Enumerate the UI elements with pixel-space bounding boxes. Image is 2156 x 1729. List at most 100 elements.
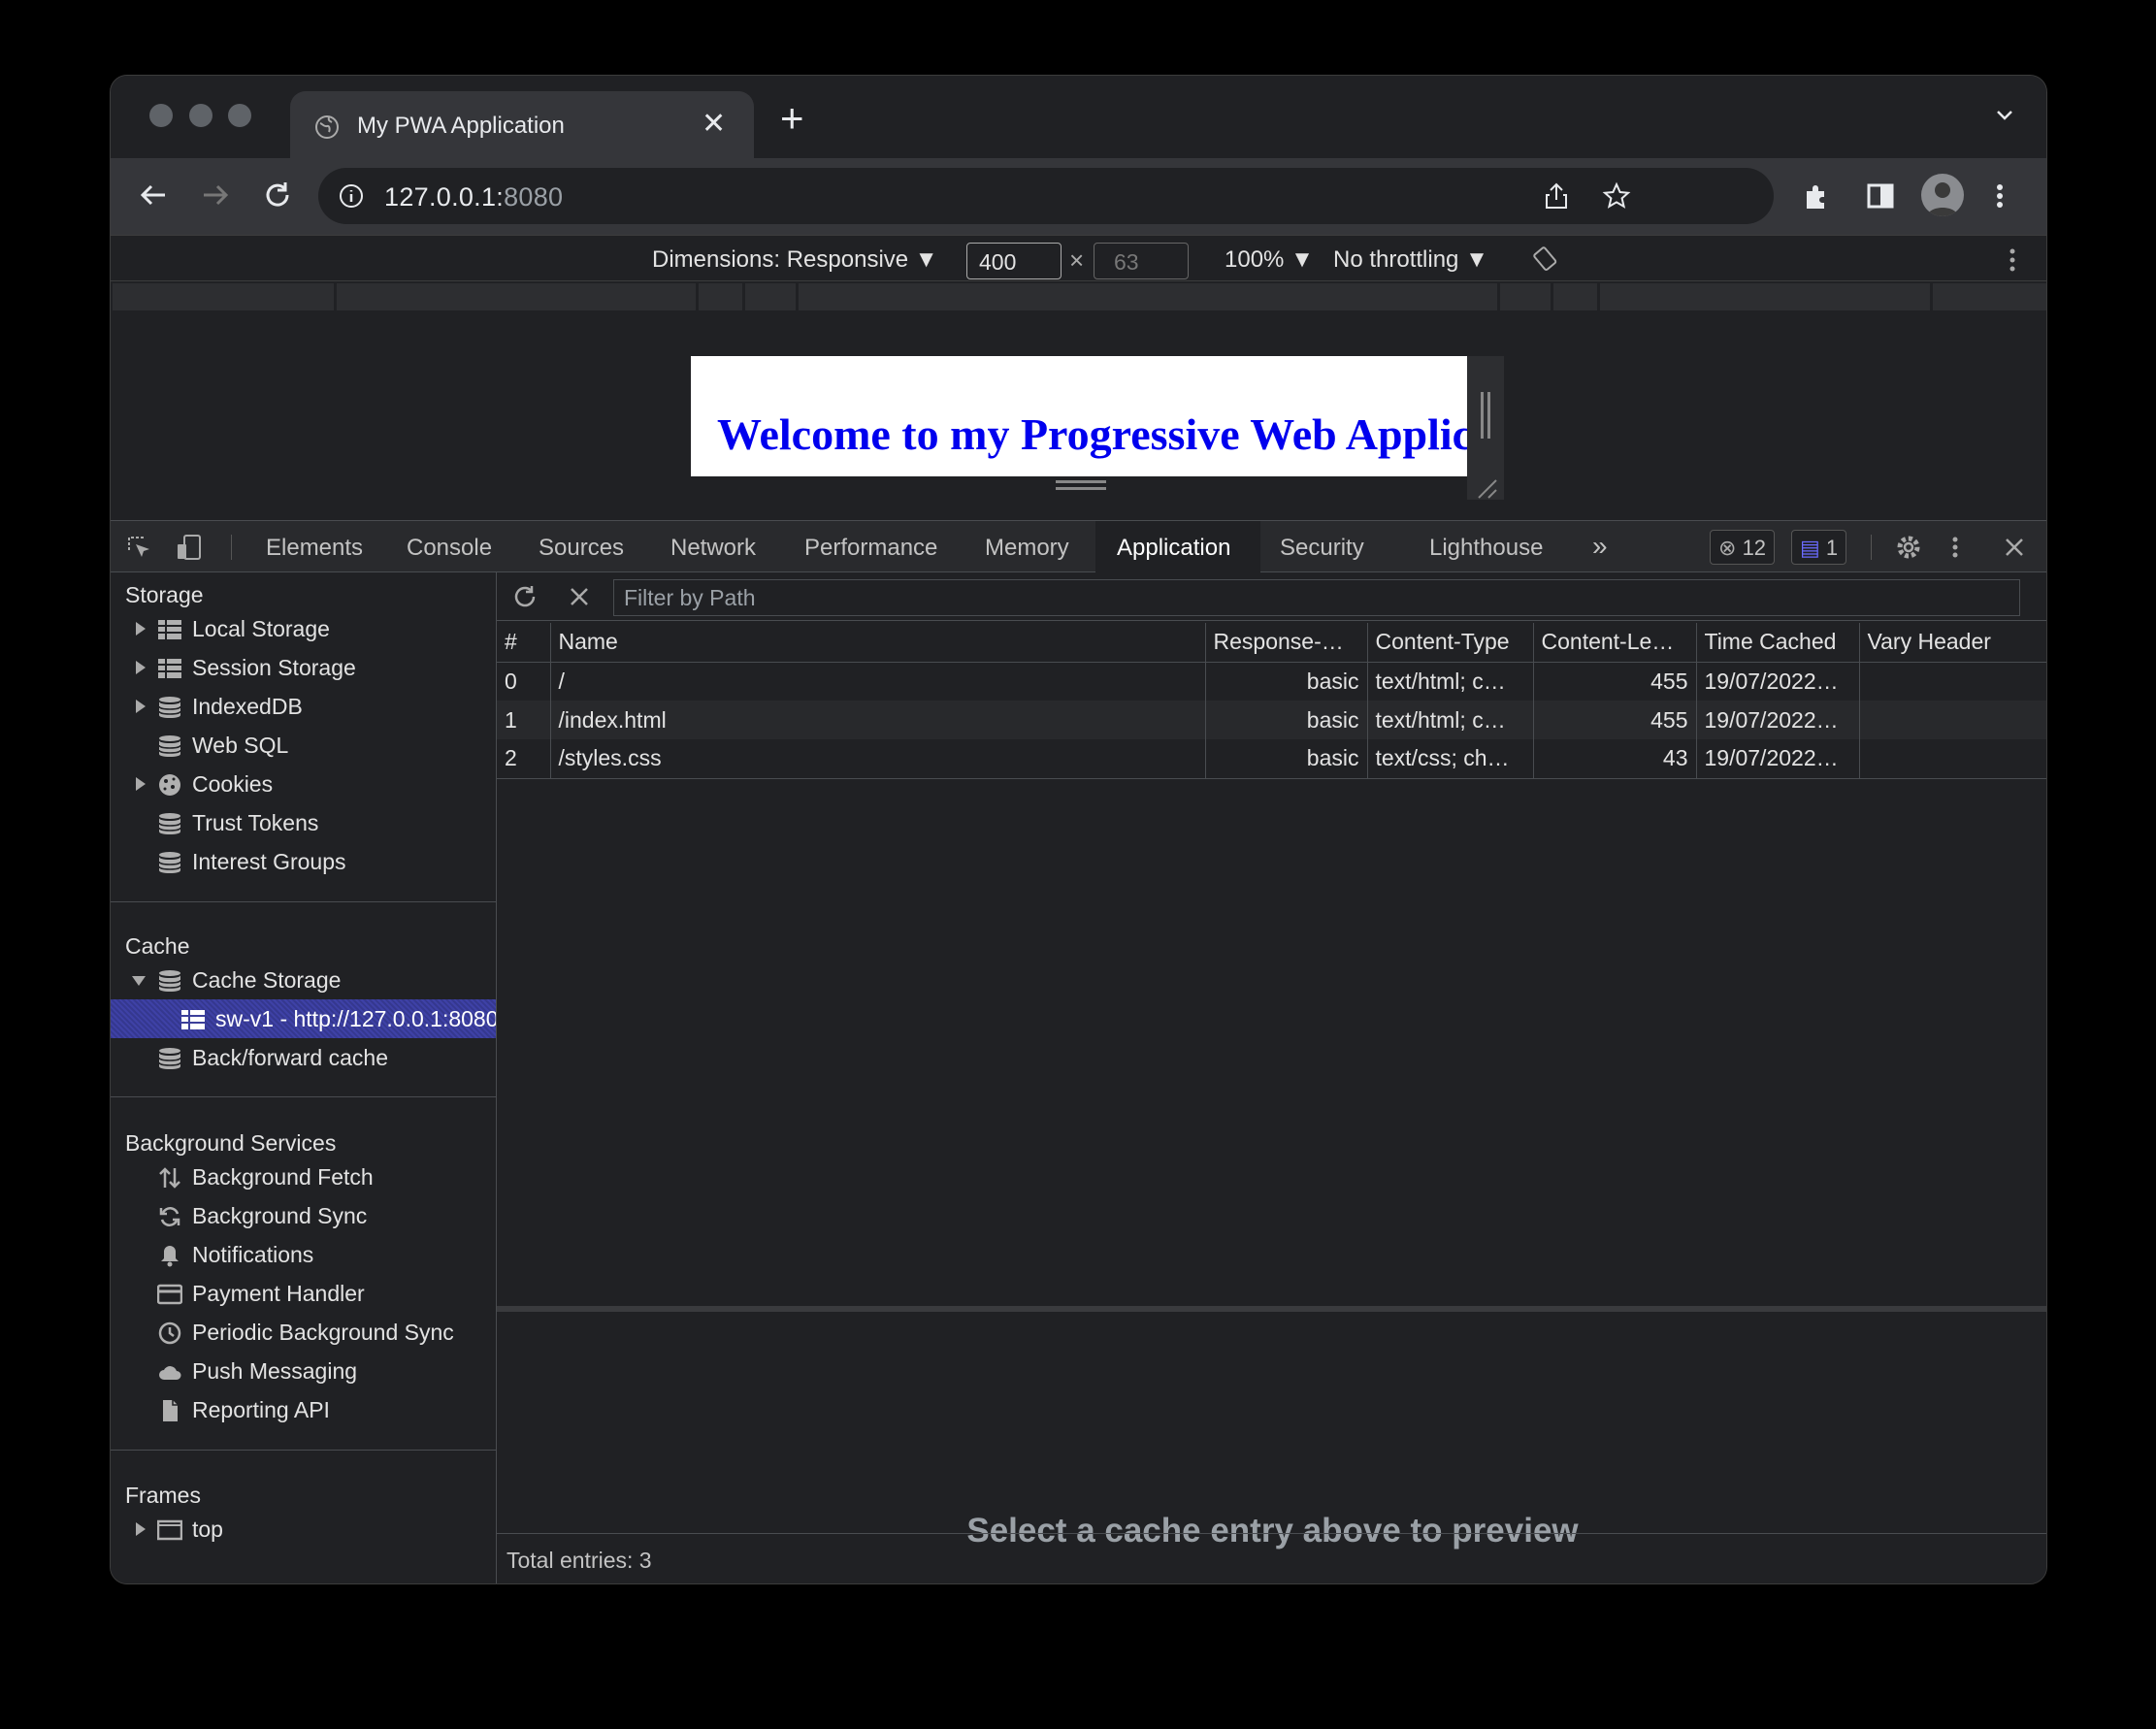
column-header-index[interactable]: #	[497, 623, 551, 663]
media-query-segment[interactable]	[1500, 283, 1551, 310]
new-tab-button[interactable]: +	[780, 95, 804, 142]
tab-memory[interactable]: Memory	[985, 535, 1069, 562]
close-window-button[interactable]	[149, 104, 173, 127]
expand-arrow-icon[interactable]	[136, 661, 146, 674]
tab-application[interactable]: Application	[1117, 535, 1230, 562]
collapse-arrow-icon[interactable]	[132, 976, 146, 986]
sidebar-item-bf-cache[interactable]: Back/forward cache	[111, 1038, 496, 1077]
clear-icon[interactable]	[567, 584, 592, 609]
column-header-response-type[interactable]: Response-…	[1205, 623, 1368, 663]
kebab-menu-icon[interactable]	[1949, 533, 1961, 562]
column-header-name[interactable]: Name	[550, 623, 1206, 663]
width-input[interactable]: 400	[966, 243, 1062, 279]
message-count: 1	[1825, 536, 1839, 560]
resize-handle-right[interactable]	[1467, 356, 1504, 476]
gear-icon[interactable]	[1894, 533, 1923, 562]
tab-security[interactable]: Security	[1280, 535, 1364, 562]
url-port: 8080	[504, 182, 564, 212]
column-header-content-type[interactable]: Content-Type	[1367, 623, 1534, 663]
media-query-segment[interactable]	[337, 283, 696, 310]
sidebar-item-frame-top[interactable]: top	[111, 1510, 496, 1549]
sidebar-item-periodic-background-sync[interactable]: Periodic Background Sync	[111, 1313, 496, 1352]
sidebar-item-notifications[interactable]: Notifications	[111, 1235, 496, 1274]
height-input[interactable]: 63	[1094, 243, 1189, 279]
star-icon[interactable]	[1601, 180, 1632, 212]
sidebar-item-interest-groups[interactable]: Interest Groups	[111, 842, 496, 881]
reload-icon[interactable]	[258, 176, 297, 214]
refresh-icon[interactable]	[510, 582, 539, 611]
media-query-segment[interactable]	[1933, 283, 2046, 310]
resize-handle-bottom[interactable]	[691, 476, 1467, 494]
minimize-window-button[interactable]	[189, 104, 212, 127]
info-icon[interactable]	[338, 182, 365, 210]
profile-avatar[interactable]	[1921, 174, 1964, 216]
side-panel-icon[interactable]	[1862, 178, 1899, 214]
sidebar-item-indexeddb[interactable]: IndexedDB	[111, 687, 496, 726]
tab-elements[interactable]: Elements	[266, 535, 363, 562]
table-row[interactable]: 2 /styles.css basic text/css; ch… 43 19/…	[497, 739, 2046, 779]
browser-window: My PWA Application ✕ + 127.0.0.1:8080 Di…	[110, 75, 2047, 1584]
kebab-menu-icon[interactable]	[2008, 245, 2017, 275]
sidebar-item-web-sql[interactable]: Web SQL	[111, 726, 496, 765]
device-toggle-icon[interactable]	[175, 533, 204, 562]
sidebar-item-session-storage[interactable]: Session Storage	[111, 648, 496, 687]
table-row[interactable]: 0 / basic text/html; c… 455 19/07/2022…	[497, 662, 2046, 701]
tab-sources[interactable]: Sources	[539, 535, 624, 562]
message-count-badge[interactable]: ▤ 1	[1791, 530, 1847, 565]
cell-content-length: 455	[1533, 662, 1697, 701]
tab-console[interactable]: Console	[407, 535, 492, 562]
more-tabs-icon[interactable]: »	[1592, 531, 1608, 562]
back-arrow-icon[interactable]	[134, 176, 173, 214]
table-row[interactable]: 1 /index.html basic text/html; c… 455 19…	[497, 701, 2046, 739]
sync-icon	[159, 1207, 180, 1226]
column-header-time-cached[interactable]: Time Cached	[1696, 623, 1860, 663]
divider	[111, 1096, 496, 1097]
sidebar-item-payment-handler[interactable]: Payment Handler	[111, 1274, 496, 1313]
close-tab-icon[interactable]: ✕	[702, 107, 726, 141]
rotate-icon[interactable]	[1531, 244, 1560, 273]
divider	[1871, 535, 1872, 560]
database-icon	[158, 970, 181, 992]
tab-network[interactable]: Network	[670, 535, 756, 562]
inspect-element-icon[interactable]	[124, 533, 153, 562]
browser-tab[interactable]: My PWA Application ✕	[290, 91, 754, 158]
sidebar-item-cache-entry[interactable]: sw-v1 - http://127.0.0.1:8080	[111, 999, 496, 1038]
sidebar-item-background-sync[interactable]: Background Sync	[111, 1196, 496, 1235]
sidebar-item-reporting-api[interactable]: Reporting API	[111, 1390, 496, 1429]
forward-arrow-icon[interactable]	[196, 176, 235, 214]
media-query-segment[interactable]	[799, 283, 1497, 310]
filter-by-path-input[interactable]	[613, 579, 2020, 616]
expand-arrow-icon[interactable]	[136, 1522, 146, 1536]
expand-arrow-icon[interactable]	[136, 777, 146, 791]
column-header-vary-header[interactable]: Vary Header	[1859, 623, 2046, 663]
sidebar-item-trust-tokens[interactable]: Trust Tokens	[111, 803, 496, 842]
error-count-badge[interactable]: ⊗ 12	[1710, 530, 1776, 565]
extensions-icon[interactable]	[1799, 178, 1836, 214]
media-query-segment[interactable]	[1600, 283, 1930, 310]
sidebar-item-cookies[interactable]: Cookies	[111, 765, 496, 803]
column-header-content-length[interactable]: Content-Le…	[1533, 623, 1697, 663]
zoom-dropdown[interactable]: 100% ▼	[1225, 246, 1314, 274]
tab-lighthouse[interactable]: Lighthouse	[1429, 535, 1543, 562]
close-icon[interactable]	[2000, 533, 2029, 562]
media-query-segment[interactable]	[699, 283, 742, 310]
sidebar-item-background-fetch[interactable]: Background Fetch	[111, 1158, 496, 1196]
tab-performance[interactable]: Performance	[804, 535, 937, 562]
media-query-segment[interactable]	[1553, 283, 1597, 310]
chevron-down-icon[interactable]	[1990, 103, 2019, 128]
dimensions-dropdown[interactable]: Dimensions: Responsive ▼	[652, 246, 938, 274]
kebab-menu-icon[interactable]	[1990, 178, 2009, 214]
throttling-dropdown[interactable]: No throttling ▼	[1333, 246, 1488, 274]
sidebar-item-push-messaging[interactable]: Push Messaging	[111, 1352, 496, 1390]
resize-handle-corner[interactable]	[1467, 476, 1504, 500]
media-query-segment[interactable]	[745, 283, 796, 310]
device-toolbar: Dimensions: Responsive ▼ 400 × 63 100% ▼…	[111, 235, 2046, 281]
zoom-window-button[interactable]	[228, 104, 251, 127]
sidebar-item-cache-storage[interactable]: Cache Storage	[111, 961, 496, 999]
sidebar-item-local-storage[interactable]: Local Storage	[111, 609, 496, 648]
address-bar[interactable]: 127.0.0.1:8080	[318, 168, 1774, 224]
expand-arrow-icon[interactable]	[136, 700, 146, 713]
share-icon[interactable]	[1541, 180, 1572, 212]
media-query-segment[interactable]	[113, 283, 334, 310]
expand-arrow-icon[interactable]	[136, 622, 146, 636]
